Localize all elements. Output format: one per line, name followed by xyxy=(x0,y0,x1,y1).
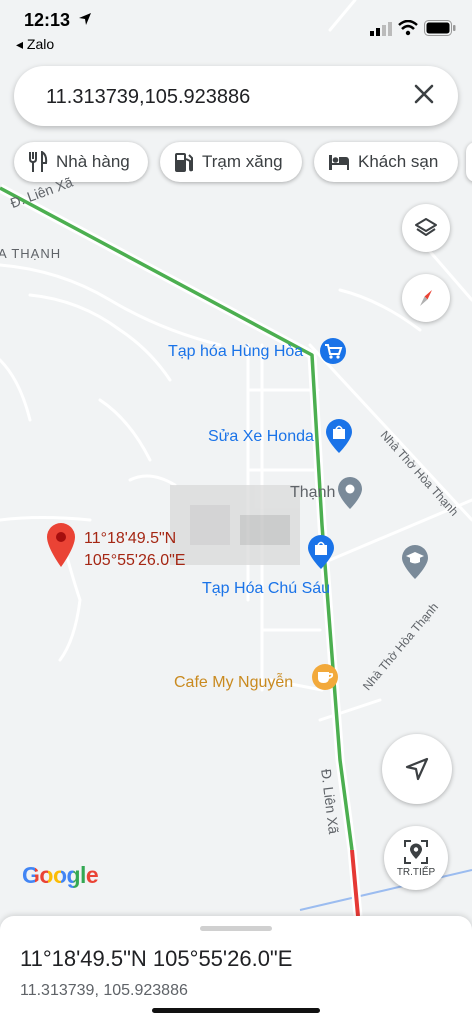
chip-gas-stations[interactable]: Trạm xăng xyxy=(160,142,302,182)
cafe-pin-icon[interactable] xyxy=(310,662,340,697)
sheet-drag-handle[interactable] xyxy=(200,926,272,931)
restaurant-icon xyxy=(29,151,48,172)
layers-button[interactable] xyxy=(402,204,450,252)
my-location-button[interactable] xyxy=(382,734,452,804)
pin-coordinates-lng: 105°55'26.0"E xyxy=(84,552,186,569)
compass-icon xyxy=(420,290,432,306)
search-input[interactable]: 11.313739,105.923886 xyxy=(46,86,250,109)
gas-station-icon xyxy=(175,153,193,172)
shopping-bag-pin-icon[interactable] xyxy=(324,418,354,459)
place-pin-icon[interactable] xyxy=(336,476,364,515)
shopping-cart-pin-icon[interactable] xyxy=(318,336,348,371)
signal-icon xyxy=(370,22,392,36)
school-pin-icon[interactable] xyxy=(400,544,430,585)
chip-label: Nhà hàng xyxy=(56,152,130,171)
sheet-title: 11°18'49.5"N 105°55'26.0"E xyxy=(20,946,293,971)
poi-label-sua-xe-honda[interactable]: Sửa Xe Honda xyxy=(208,428,314,446)
dropped-pin-icon[interactable] xyxy=(46,522,76,573)
home-indicator[interactable] xyxy=(152,1008,320,1013)
live-view-icon xyxy=(404,839,428,864)
poi-label-tap-hoa-hung-hoa[interactable]: Tạp hóa Hùng Hòa xyxy=(168,343,303,361)
shopping-bag-pin-icon[interactable] xyxy=(306,534,336,575)
sheet-subtitle: 11.313739, 105.923886 xyxy=(20,982,188,999)
hotel-icon xyxy=(329,155,349,170)
compass-button[interactable] xyxy=(402,274,450,322)
chip-more[interactable] xyxy=(466,142,472,182)
chip-label: Khách sạn xyxy=(358,152,439,171)
live-view-label: TR.TIẾP xyxy=(396,866,436,878)
location-arrow-icon xyxy=(79,13,91,25)
status-bar: 12:13 ◂ Zalo xyxy=(0,0,472,56)
navigation-arrow-icon xyxy=(405,757,429,781)
chip-hotels[interactable]: Khách sạn xyxy=(314,142,458,182)
poi-label-blurred[interactable]: Thạnh xyxy=(290,484,335,502)
back-to-app-link[interactable]: ◂ Zalo xyxy=(16,36,54,53)
battery-icon xyxy=(424,20,456,36)
live-view-button[interactable]: TR.TIẾP xyxy=(384,826,448,890)
google-logo: Google xyxy=(22,862,99,888)
wifi-icon xyxy=(398,20,418,36)
area-label: A THẠNH xyxy=(0,246,62,261)
pin-coordinates-lat: 11°18'49.5"N xyxy=(84,530,177,547)
search-bar[interactable]: 11.313739,105.923886 xyxy=(14,66,458,126)
layers-icon xyxy=(415,218,437,236)
poi-label-tap-hoa-chu-sau[interactable]: Tạp Hóa Chú Sáu xyxy=(202,580,330,598)
close-icon[interactable] xyxy=(412,82,436,106)
poi-label-cafe-my-nguyen[interactable]: Cafe My Nguyễn xyxy=(174,674,293,692)
chip-restaurants[interactable]: Nhà hàng xyxy=(14,142,148,182)
chip-label: Trạm xăng xyxy=(202,152,283,171)
status-time: 12:13 xyxy=(24,10,71,30)
